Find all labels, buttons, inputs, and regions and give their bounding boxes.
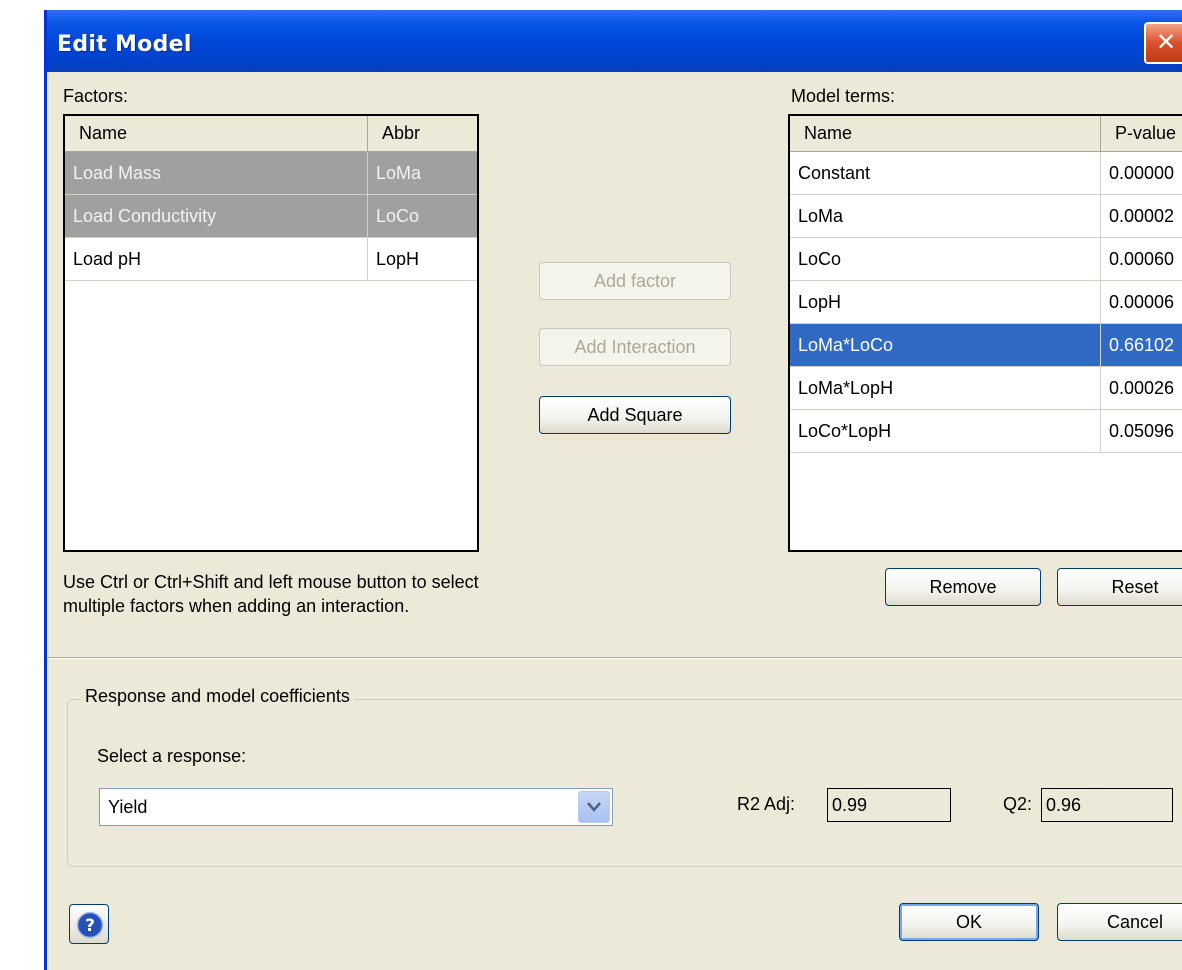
term-pvalue: 0.00006: [1100, 281, 1182, 323]
term-pvalue: 0.00026: [1100, 367, 1182, 409]
help-button[interactable]: ?: [69, 904, 109, 944]
term-name: LopH: [798, 292, 842, 312]
term-name: LoCo: [798, 249, 842, 269]
response-group: [67, 699, 1182, 867]
r2adj-field: 0.99: [827, 788, 951, 822]
factor-name: Load Conductivity: [73, 206, 217, 226]
term-pvalue: 0.00000: [1100, 152, 1182, 194]
term-pvalue: 0.05096: [1100, 410, 1182, 452]
term-pvalue: 0.00002: [1100, 195, 1182, 237]
factor-row[interactable]: Load Mass LoMa: [65, 152, 477, 195]
factor-row[interactable]: Load pH LopH: [65, 238, 477, 281]
add-interaction-button[interactable]: Add Interaction: [539, 328, 731, 366]
ok-button[interactable]: OK: [899, 903, 1039, 941]
model-col-pvalue[interactable]: P-value: [1100, 116, 1182, 152]
response-group-title: Response and model coefficients: [81, 686, 354, 707]
factors-header: Name Abbr: [65, 116, 477, 152]
cancel-button[interactable]: Cancel: [1057, 903, 1182, 941]
model-term-row[interactable]: LopH 0.00006: [790, 281, 1182, 324]
window-title: Edit Model: [57, 32, 192, 57]
model-term-row[interactable]: Constant 0.00000: [790, 152, 1182, 195]
term-name: LoMa*LoCo: [798, 335, 894, 355]
title-bar[interactable]: Edit Model: [47, 10, 1182, 72]
q2-field: 0.96: [1041, 788, 1173, 822]
model-term-row[interactable]: LoMa 0.00002: [790, 195, 1182, 238]
model-terms-header: Name P-value: [790, 116, 1182, 152]
factors-list[interactable]: Name Abbr Load Mass LoMa Load Conductivi…: [63, 114, 479, 552]
help-icon: ?: [76, 911, 104, 939]
model-term-row[interactable]: LoCo*LopH 0.05096: [790, 410, 1182, 453]
svg-text:?: ?: [85, 916, 95, 936]
factor-abbr: LopH: [367, 238, 477, 280]
add-factor-button[interactable]: Add factor: [539, 262, 731, 300]
term-name: LoMa: [798, 206, 844, 226]
factor-abbr: LoMa: [367, 152, 477, 194]
r2adj-label: R2 Adj:: [737, 794, 796, 814]
model-term-row[interactable]: LoMa*LoCo 0.66102: [790, 324, 1182, 367]
chevron-down-icon[interactable]: [578, 791, 610, 823]
model-terms-label: Model terms:: [791, 86, 896, 106]
remove-button[interactable]: Remove: [885, 568, 1041, 606]
hint-line-2: multiple factors when adding an interact…: [63, 596, 410, 616]
factor-name: Load pH: [73, 249, 142, 269]
factors-col-abbr[interactable]: Abbr: [367, 116, 477, 152]
add-square-button[interactable]: Add Square: [539, 396, 731, 434]
model-term-row[interactable]: LoCo 0.00060: [790, 238, 1182, 281]
term-name: LoMa*LopH: [798, 378, 894, 398]
model-terms-list[interactable]: Name P-value Constant 0.00000 LoMa 0.000…: [788, 114, 1182, 552]
term-pvalue: 0.00060: [1100, 238, 1182, 280]
term-name: LoCo*LopH: [798, 421, 892, 441]
q2-label: Q2:: [1003, 794, 1033, 814]
factors-col-name[interactable]: Name: [65, 116, 367, 152]
response-select[interactable]: Yield: [99, 788, 613, 826]
term-name: Constant: [798, 163, 871, 183]
factor-abbr: LoCo: [367, 195, 477, 237]
edit-model-dialog: Edit Model ✕ Factors: Name Abbr Load Mas…: [44, 10, 1182, 970]
select-response-label: Select a response:: [97, 746, 247, 766]
term-pvalue: 0.66102: [1100, 324, 1182, 366]
factor-name: Load Mass: [73, 163, 162, 183]
reset-button[interactable]: Reset: [1057, 568, 1182, 606]
factor-row[interactable]: Load Conductivity LoCo: [65, 195, 477, 238]
model-col-name[interactable]: Name: [790, 116, 1100, 152]
hint-line-1: Use Ctrl or Ctrl+Shift and left mouse bu…: [63, 572, 479, 592]
response-select-value: Yield: [108, 797, 148, 817]
separator: [47, 657, 1182, 659]
model-term-row[interactable]: LoMa*LopH 0.00026: [790, 367, 1182, 410]
factors-label: Factors:: [63, 86, 129, 106]
close-icon[interactable]: ✕: [1144, 22, 1182, 64]
